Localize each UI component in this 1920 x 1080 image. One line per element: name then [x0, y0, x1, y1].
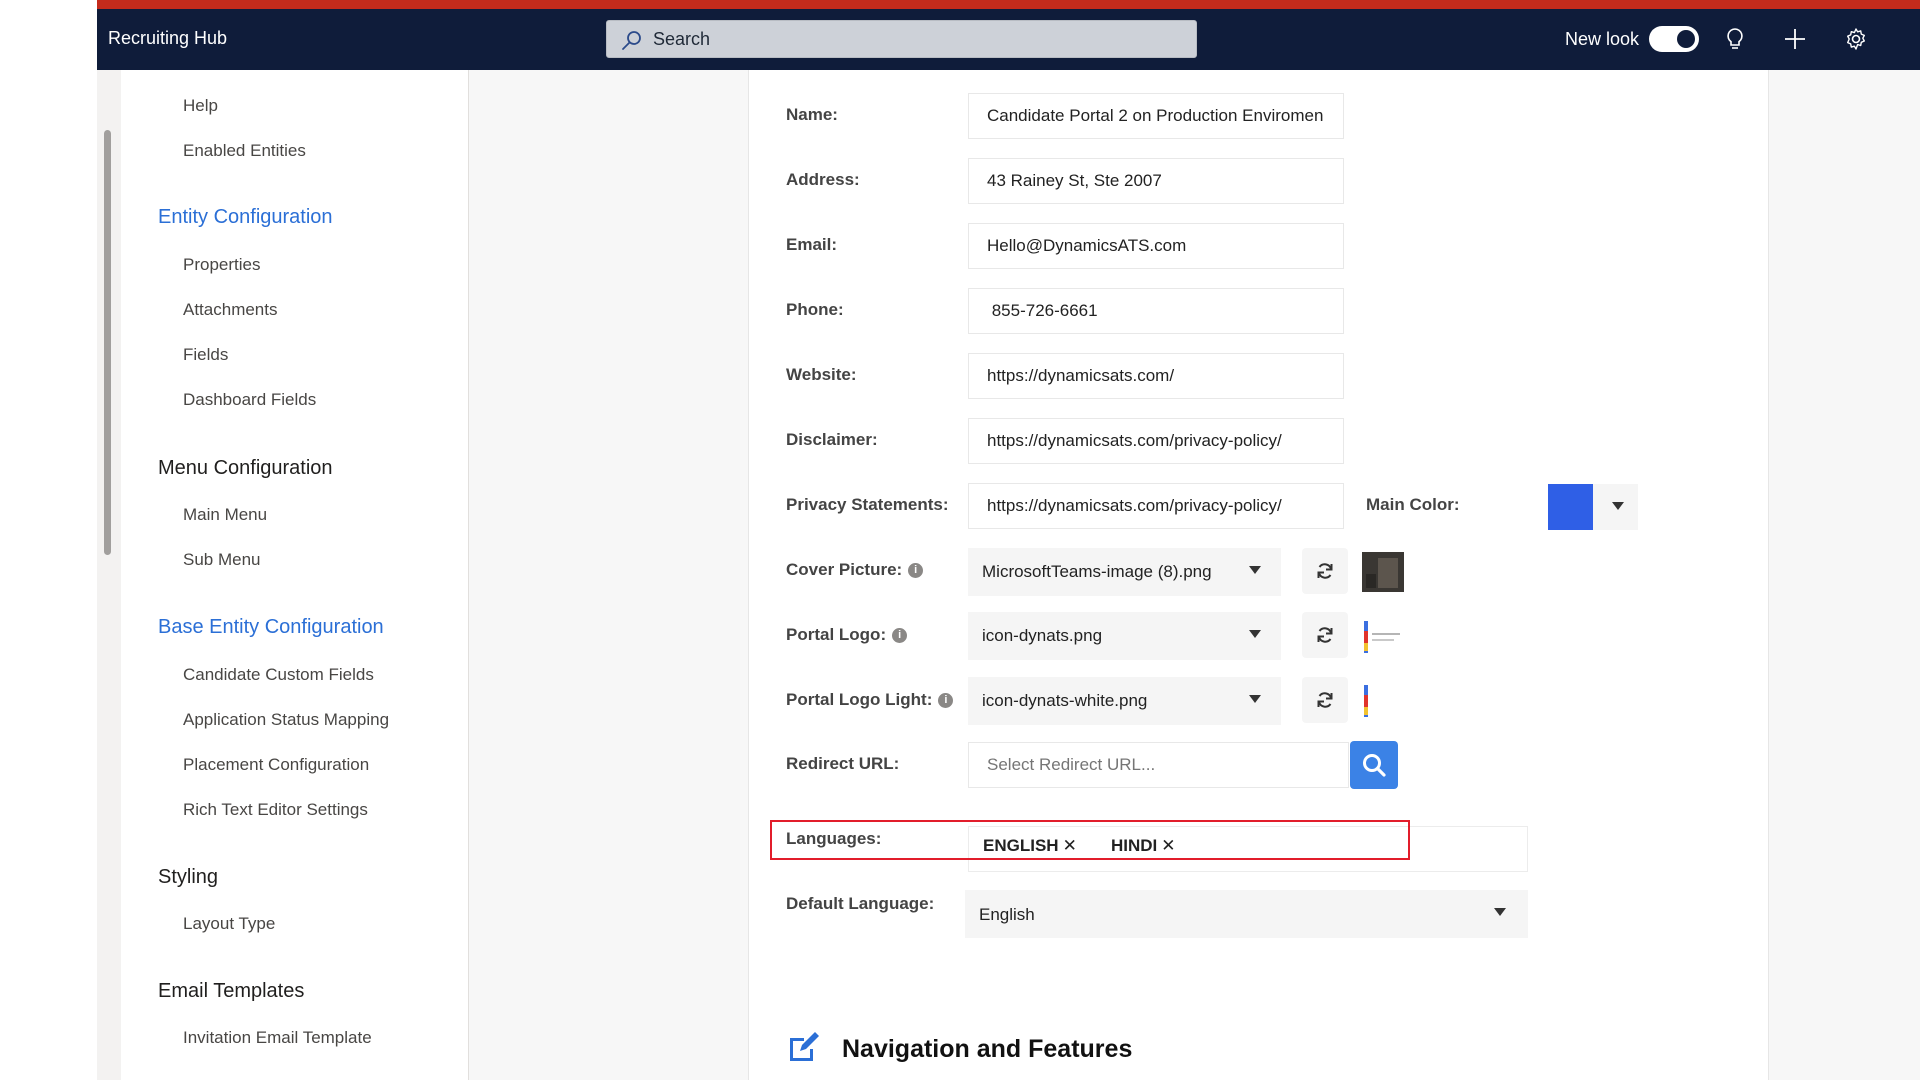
- sidebar-item-enabled-entities[interactable]: Enabled Entities: [183, 141, 306, 161]
- sidebar-group-email-templates[interactable]: Email Templates: [158, 980, 304, 1003]
- email-label: Email:: [786, 235, 838, 254]
- cover-picture-select[interactable]: MicrosoftTeams-image (8).png: [968, 548, 1281, 596]
- portal-logo-select[interactable]: icon-dynats.png: [968, 612, 1281, 660]
- portal-logo-light-refresh-button[interactable]: [1302, 677, 1348, 723]
- remove-hindi-icon[interactable]: ✕: [1161, 836, 1175, 855]
- sidebar-item-layout-type[interactable]: Layout Type: [183, 914, 275, 934]
- sidebar-group-entity-configuration[interactable]: Entity Configuration: [158, 206, 333, 229]
- gear-icon[interactable]: [1843, 26, 1869, 52]
- portal-logo-light-label-text: Portal Logo Light:: [786, 690, 933, 709]
- sidebar-item-help[interactable]: Help: [183, 96, 218, 116]
- edit-icon: [790, 1032, 819, 1061]
- portal-logo-thumbnail: [1364, 621, 1400, 653]
- disclaimer-field[interactable]: [968, 418, 1344, 464]
- refresh-icon: [1317, 627, 1333, 643]
- default-language-value: English: [979, 905, 1035, 924]
- search-input[interactable]: [653, 21, 1173, 57]
- toggle-knob: [1677, 30, 1695, 48]
- chevron-down-icon: [1249, 695, 1261, 703]
- default-language-select[interactable]: English: [965, 890, 1528, 938]
- redirect-url-search-button[interactable]: [1350, 741, 1398, 789]
- window-margin: [0, 70, 97, 1080]
- portal-logo-light-select[interactable]: icon-dynats-white.png: [968, 677, 1281, 725]
- name-field[interactable]: [968, 93, 1344, 139]
- default-language-label: Default Language:: [786, 894, 935, 913]
- portal-logo-light-thumbnail: [1364, 685, 1368, 717]
- chevron-down-icon: [1249, 566, 1261, 574]
- cover-picture-label-text: Cover Picture:: [786, 560, 903, 579]
- languages-label: Languages:: [786, 829, 882, 848]
- top-navigation-bar: Recruiting Hub New look: [97, 9, 1920, 70]
- privacy-statements-label: Privacy Statements:: [786, 495, 949, 514]
- info-icon[interactable]: i: [908, 563, 924, 578]
- plus-icon[interactable]: [1782, 26, 1808, 52]
- sidebar-item-fields[interactable]: Fields: [183, 345, 228, 365]
- refresh-icon: [1317, 563, 1333, 579]
- section-title: Navigation and Features: [842, 1035, 1133, 1063]
- website-label: Website:: [786, 365, 857, 384]
- portal-logo-refresh-button[interactable]: [1302, 612, 1348, 658]
- remove-english-icon[interactable]: ✕: [1063, 836, 1077, 855]
- main-color-swatch[interactable]: [1548, 484, 1593, 530]
- sidebar-item-properties[interactable]: Properties: [183, 255, 260, 275]
- refresh-icon: [1317, 692, 1333, 708]
- sidebar-item-dashboard-fields[interactable]: Dashboard Fields: [183, 390, 316, 410]
- search-icon: [1363, 754, 1386, 777]
- main-color-label: Main Color:: [1366, 495, 1460, 514]
- search-icon: [622, 31, 641, 50]
- portal-logo-light-value: icon-dynats-white.png: [982, 691, 1148, 710]
- redirect-url-field[interactable]: [968, 742, 1349, 788]
- sidebar-item-sub-menu[interactable]: Sub Menu: [183, 550, 261, 570]
- address-field[interactable]: [968, 158, 1344, 204]
- main-color-dropdown[interactable]: [1593, 484, 1638, 530]
- portal-logo-label: Portal Logo: i: [786, 625, 908, 645]
- privacy-statements-field[interactable]: [968, 483, 1344, 529]
- portal-logo-label-text: Portal Logo:: [786, 625, 887, 644]
- sidebar-group-styling[interactable]: Styling: [158, 866, 218, 889]
- cover-picture-thumbnail: [1362, 552, 1404, 592]
- language-chip-text: HINDI: [1111, 836, 1158, 855]
- sidebar-item-main-menu[interactable]: Main Menu: [183, 505, 267, 525]
- chevron-down-icon: [1612, 502, 1624, 510]
- chevron-down-icon: [1249, 630, 1261, 638]
- portal-logo-light-label: Portal Logo Light: i: [786, 690, 954, 710]
- top-accent-bar: [97, 0, 1920, 9]
- chevron-down-icon: [1494, 908, 1506, 916]
- sidebar-group-menu-configuration[interactable]: Menu Configuration: [158, 457, 333, 480]
- phone-field[interactable]: [968, 288, 1344, 334]
- cover-picture-label: Cover Picture: i: [786, 560, 924, 580]
- sidebar-item-application-status-mapping[interactable]: Application Status Mapping: [183, 710, 389, 730]
- website-field[interactable]: [968, 353, 1344, 399]
- info-icon[interactable]: i: [938, 693, 954, 708]
- sidebar-scrollbar-thumb[interactable]: [104, 130, 111, 555]
- name-label: Name:: [786, 105, 838, 124]
- sidebar-item-candidate-custom-fields[interactable]: Candidate Custom Fields: [183, 665, 374, 685]
- portal-logo-value: icon-dynats.png: [982, 626, 1103, 645]
- app-title[interactable]: Recruiting Hub: [108, 28, 227, 49]
- language-chip-hindi: HINDI ✕: [1111, 836, 1176, 856]
- global-search[interactable]: [606, 20, 1197, 58]
- cover-picture-value: MicrosoftTeams-image (8).png: [982, 562, 1212, 581]
- new-look-toggle[interactable]: [1649, 26, 1699, 52]
- sidebar-item-invitation-email-template[interactable]: Invitation Email Template: [183, 1028, 372, 1048]
- phone-label: Phone:: [786, 300, 844, 319]
- sidebar: Help Enabled Entities Entity Configurati…: [121, 70, 469, 1080]
- new-look-label: New look: [1565, 29, 1640, 49]
- info-icon[interactable]: i: [892, 628, 908, 643]
- sidebar-group-base-entity-configuration[interactable]: Base Entity Configuration: [158, 616, 384, 639]
- disclaimer-label: Disclaimer:: [786, 430, 878, 449]
- language-chip-text: ENGLISH: [983, 836, 1059, 855]
- sidebar-item-rich-text-editor-settings[interactable]: Rich Text Editor Settings: [183, 800, 368, 820]
- email-field[interactable]: [968, 223, 1344, 269]
- address-label: Address:: [786, 170, 860, 189]
- language-chip-english: ENGLISH ✕: [983, 836, 1077, 856]
- sidebar-item-placement-configuration[interactable]: Placement Configuration: [183, 755, 369, 775]
- lightbulb-icon[interactable]: [1722, 26, 1748, 52]
- sidebar-item-attachments[interactable]: Attachments: [183, 300, 278, 320]
- redirect-url-label: Redirect URL:: [786, 754, 900, 773]
- cover-picture-refresh-button[interactable]: [1302, 548, 1348, 594]
